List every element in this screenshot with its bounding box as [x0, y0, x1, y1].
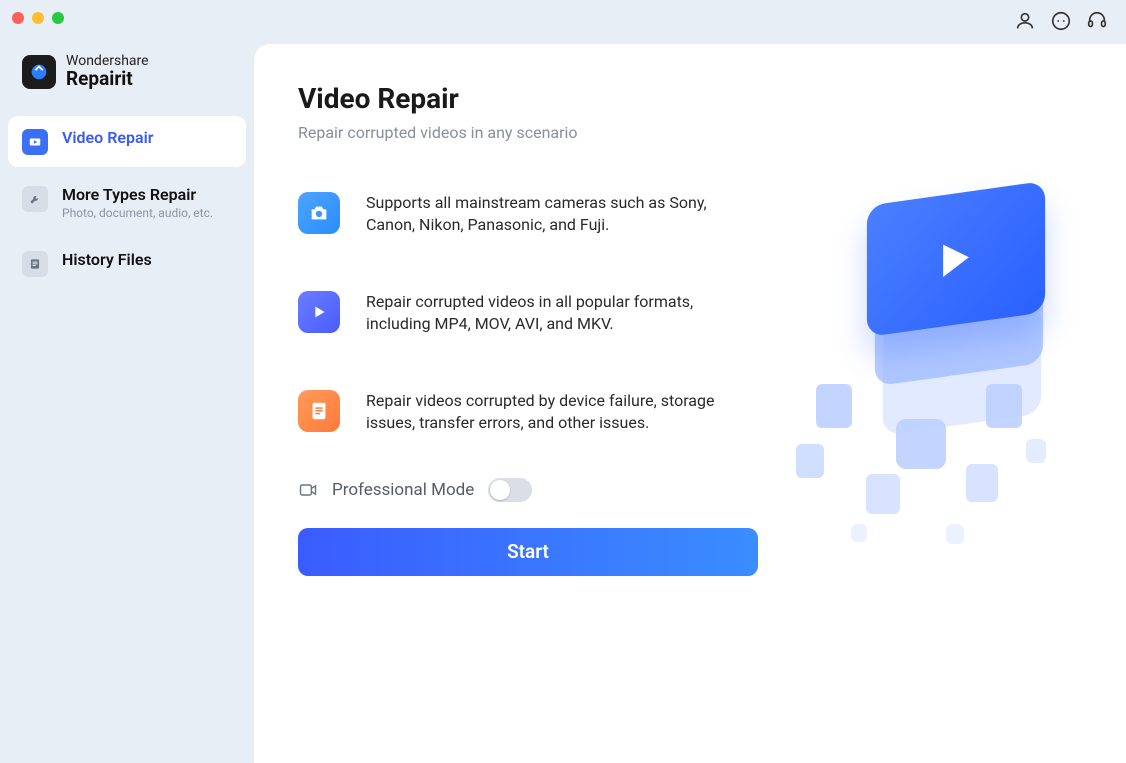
file-icon — [22, 251, 48, 277]
main-panel: Video Repair Repair corrupted videos in … — [254, 44, 1126, 763]
sidebar-nav: Video Repair More Types Repair Photo, do… — [0, 106, 254, 305]
sidebar: Wondershare Repairit Video Repair More T… — [0, 0, 254, 763]
start-button[interactable]: Start — [298, 528, 758, 576]
camera-icon — [298, 192, 340, 234]
pro-mode-toggle[interactable] — [488, 478, 532, 502]
logo-mark — [22, 55, 56, 89]
feature-text: Repair corrupted videos in all popular f… — [366, 291, 758, 334]
sidebar-item-sub: Photo, document, audio, etc. — [62, 206, 213, 220]
pro-mode-label: Professional Mode — [332, 480, 474, 500]
wrench-icon — [22, 186, 48, 212]
brand-line2: Repairit — [66, 69, 149, 90]
support-icon[interactable] — [1086, 10, 1108, 32]
feature-text: Repair videos corrupted by device failur… — [366, 390, 758, 433]
professional-mode-row: Professional Mode — [298, 478, 1082, 502]
feature-issues: Repair videos corrupted by device failur… — [298, 390, 758, 433]
app-logo: Wondershare Repairit — [0, 48, 254, 106]
hero-illustration — [796, 164, 1096, 584]
feature-formats: Repair corrupted videos in all popular f… — [298, 291, 758, 334]
document-icon — [298, 390, 340, 432]
sidebar-item-label: History Files — [62, 250, 152, 269]
sidebar-item-more-types[interactable]: More Types Repair Photo, document, audio… — [8, 173, 246, 232]
pro-mode-icon — [298, 480, 318, 500]
sidebar-item-history[interactable]: History Files — [8, 238, 246, 289]
chat-icon[interactable] — [1050, 10, 1072, 32]
sidebar-item-label: More Types Repair — [62, 185, 213, 204]
play-icon — [298, 291, 340, 333]
feature-list: Supports all mainstream cameras such as … — [298, 192, 758, 434]
header-icons — [1014, 10, 1108, 32]
feature-text: Supports all mainstream cameras such as … — [366, 192, 758, 235]
feature-cameras: Supports all mainstream cameras such as … — [298, 192, 758, 235]
sidebar-item-video-repair[interactable]: Video Repair — [8, 116, 246, 167]
page-title: Video Repair — [298, 82, 1082, 115]
user-icon[interactable] — [1014, 10, 1036, 32]
page-subtitle: Repair corrupted videos in any scenario — [298, 123, 1082, 142]
sidebar-item-label: Video Repair — [62, 128, 153, 147]
video-icon — [22, 129, 48, 155]
